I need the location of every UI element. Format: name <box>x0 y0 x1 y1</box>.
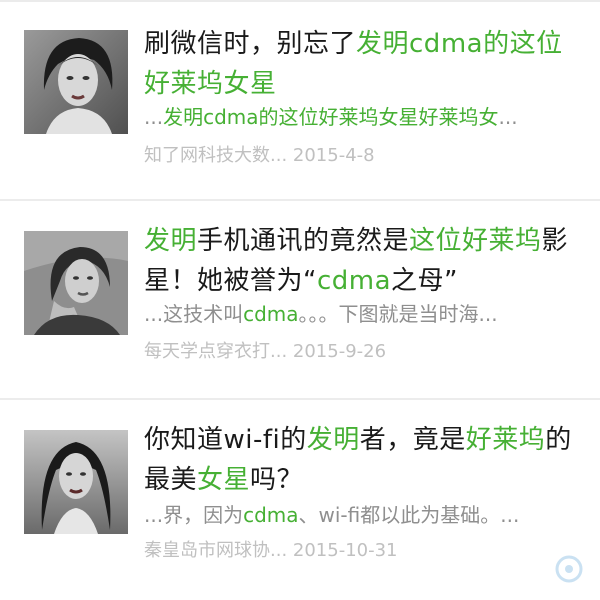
title-seg: 之母” <box>391 266 459 296</box>
portrait-photo-icon <box>24 231 128 335</box>
result-snippet: ...这技术叫cdma。。。下图就是当时海... <box>144 299 584 329</box>
search-result-item[interactable]: 刷微信时，别忘了发明cdma的这位好莱坞女星 ...发明cdma的这位好莱坞女星… <box>0 0 600 195</box>
result-thumbnail[interactable] <box>24 231 128 335</box>
snippet-seg: ...这技术叫 <box>144 302 244 326</box>
search-result-item[interactable]: 发明手机通讯的竟然是这位好莱坞影星！她被誉为“cdma之母” ...这技术叫cd… <box>0 201 600 396</box>
title-seg-highlight: 好莱坞 <box>465 425 546 455</box>
result-snippet: ...发明cdma的这位好莱坞女星好莱坞女... <box>144 102 584 132</box>
result-date: 2015-4-8 <box>292 145 375 166</box>
result-date: 2015-9-26 <box>292 341 387 362</box>
snippet-seg: ... <box>498 105 518 129</box>
title-seg: 刷微信时，别忘了 <box>144 29 357 59</box>
result-snippet: ...界，因为cdma、wi-fi都以此为基础。... <box>144 500 584 530</box>
snippet-seg: 。。。下图就是当时海... <box>298 302 498 326</box>
result-source: 每天学点穿衣打... <box>144 341 288 362</box>
title-seg: 吗？ <box>250 465 304 495</box>
title-seg: 手机通讯的竟然是 <box>197 226 410 256</box>
snippet-seg-highlight: cdma <box>243 302 299 326</box>
result-source: 知了网科技大数... <box>144 145 288 166</box>
title-seg: 你知道wi-fi的 <box>144 425 307 455</box>
portrait-photo-icon <box>24 430 128 534</box>
watermark-logo <box>440 552 590 586</box>
title-seg: 者，竟是 <box>359 425 466 455</box>
result-thumbnail[interactable] <box>24 430 128 534</box>
result-title[interactable]: 发明手机通讯的竟然是这位好莱坞影星！她被誉为“cdma之母” <box>144 221 584 301</box>
snippet-seg-highlight: cdma <box>243 503 299 527</box>
watermark-icon <box>555 555 583 583</box>
result-source: 秦皇岛市网球协... <box>144 540 288 561</box>
result-thumbnail[interactable] <box>24 30 128 134</box>
title-seg-highlight: 发明 <box>306 425 360 455</box>
result-title[interactable]: 你知道wi-fi的发明者，竟是好莱坞的最美女星吗？ <box>144 420 584 500</box>
portrait-photo-icon <box>24 30 128 134</box>
snippet-seg: ...界，因为 <box>144 503 244 527</box>
title-seg-highlight: cdma <box>316 266 392 296</box>
snippet-seg-highlight: 发明cdma的这位好莱坞女星好莱坞女 <box>163 105 499 129</box>
title-seg-highlight: 女星 <box>197 465 251 495</box>
result-meta: 知了网科技大数... 2015-4-8 <box>144 143 584 169</box>
result-meta: 每天学点穿衣打... 2015-9-26 <box>144 339 584 365</box>
title-seg-highlight: 这位好莱坞 <box>409 226 542 256</box>
result-date: 2015-10-31 <box>292 540 398 561</box>
result-title[interactable]: 刷微信时，别忘了发明cdma的这位好莱坞女星 <box>144 24 584 104</box>
snippet-seg: 、wi-fi都以此为基础。... <box>298 503 520 527</box>
title-seg-highlight: 发明 <box>144 226 198 256</box>
snippet-seg: ... <box>144 105 164 129</box>
